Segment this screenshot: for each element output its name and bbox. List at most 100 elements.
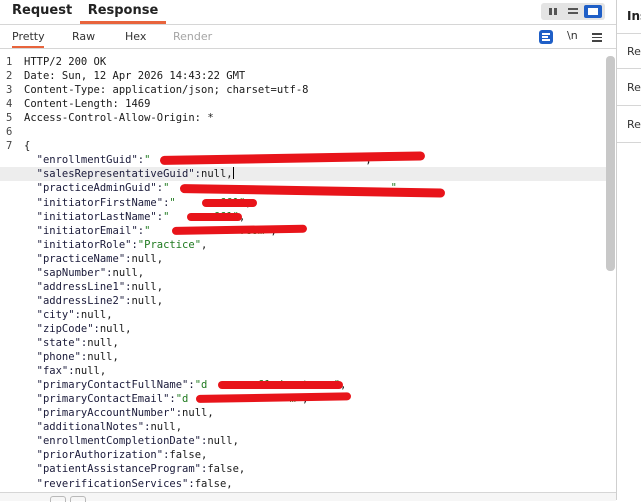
code-line: "patientAssistanceProgram":false, <box>0 462 606 476</box>
json-key: "patientAssistanceProgram": <box>24 463 208 476</box>
line-number: 3 <box>6 84 13 97</box>
code-line: 4 Content-Length: 1469 <box>0 97 606 111</box>
json-token: null, <box>131 280 164 293</box>
json-key: "primaryAccountNumber": <box>24 407 183 420</box>
tab-response[interactable]: Response <box>80 0 166 24</box>
code-line: "salesRepresentativeGuid":null, <box>0 167 606 182</box>
divider <box>617 105 641 106</box>
code-text: "enrollmentCompletionDate":null, <box>24 434 239 448</box>
json-token: false, <box>169 449 208 462</box>
json-token: null, <box>182 407 214 420</box>
redaction-mark <box>187 212 242 221</box>
json-token: null, <box>87 337 119 349</box>
json-key: "initiatorRole": <box>24 238 138 251</box>
json-key: "initiatorFirstName": <box>24 196 170 209</box>
redaction-mark <box>218 381 343 390</box>
tab-raw[interactable]: Raw <box>72 28 95 46</box>
code-text: "fax":null, <box>24 364 107 378</box>
nav-back-icon[interactable] <box>70 496 86 502</box>
word-wrap-icon[interactable] <box>539 30 553 44</box>
code-line: "fax":null, <box>0 364 606 378</box>
code-text: { <box>24 139 30 153</box>
code-line: "phone":null, <box>0 350 606 364</box>
line-number: 5 <box>6 112 13 125</box>
json-key: "phone": <box>24 351 88 364</box>
code-text: "initiatorRole":"Practice", <box>24 238 208 252</box>
code-text: "zipCode":null, <box>24 322 132 336</box>
json-key: "practiceName": <box>24 252 132 265</box>
code-line: 7{ <box>0 139 606 153</box>
code-text: Content-Type: application/json; charset=… <box>24 83 308 97</box>
line-number: 2 <box>6 70 13 83</box>
json-key: "salesRepresentativeGuid": <box>24 168 202 181</box>
code-text: Content-Length: 1469 <box>24 97 150 111</box>
json-token: Access-Control-Allow-Origin: * <box>24 112 214 125</box>
code-line: 6 <box>0 125 606 139</box>
tab-request[interactable]: Request <box>12 0 72 24</box>
inspector-section[interactable]: Re <box>627 118 641 131</box>
code-text: "patientAssistanceProgram":false, <box>24 462 246 476</box>
json-token: , <box>201 238 208 251</box>
code-line: "city":null, <box>0 308 606 322</box>
show-newlines-button[interactable]: \n <box>567 29 578 42</box>
json-token: false, <box>207 463 246 476</box>
message-tabs: Request Response <box>0 0 616 25</box>
code-line: "priorAuthorization":false, <box>0 448 606 462</box>
json-token: null, <box>150 421 183 434</box>
response-editor[interactable]: 1 HTTP/2 200 OK 2 Date: Sun, 12 Apr 2026 14… <box>0 52 616 500</box>
json-token: HTTP/2 200 OK <box>24 56 107 68</box>
tab-pretty[interactable]: Pretty <box>12 28 45 48</box>
code-text: "salesRepresentativeGuid":null, <box>24 167 234 181</box>
json-key: "sapNumber": <box>24 266 113 279</box>
divider <box>617 33 641 34</box>
menu-icon[interactable] <box>592 33 602 44</box>
code-text: Access-Control-Allow-Origin: * <box>24 111 214 125</box>
divider <box>617 68 641 69</box>
inspector-title[interactable]: Ins <box>627 9 641 23</box>
tab-render[interactable]: Render <box>173 28 212 46</box>
code-text: "sapNumber":null, <box>24 266 144 280</box>
split-horizontal-icon[interactable] <box>564 5 582 18</box>
code-text: "addressLine1":null, <box>24 280 163 294</box>
json-key: "primaryContactEmail": <box>24 393 176 406</box>
json-string: "Practice" <box>137 238 202 251</box>
inspector-section[interactable]: Re <box>627 45 641 58</box>
json-key: "city": <box>24 308 81 321</box>
code-line: "primaryAccountNumber":null, <box>0 406 606 420</box>
inspector-section[interactable]: Re <box>627 81 641 94</box>
vertical-scrollbar[interactable] <box>606 56 615 271</box>
code-line: "initiatorFirstName":" w661", <box>0 196 606 210</box>
json-key: "zipCode": <box>24 322 100 335</box>
settings-icon[interactable] <box>50 496 66 502</box>
code-line: 3 Content-Type: application/json; charset… <box>0 83 606 97</box>
json-token: false, <box>194 477 233 490</box>
code-text: "practiceName":null, <box>24 252 163 266</box>
json-key: "initiatorEmail": <box>24 224 145 237</box>
json-token: null, <box>201 168 233 181</box>
split-vertical-icon[interactable] <box>544 5 562 18</box>
json-token: null, <box>74 365 107 378</box>
code-line: 5 Access-Control-Allow-Origin: * <box>0 111 606 125</box>
redaction-mark <box>202 198 257 207</box>
line-number: 1 <box>6 56 13 68</box>
json-key: "addressLine2": <box>24 294 132 307</box>
json-key: "priorAuthorization": <box>24 449 170 462</box>
code-line: "enrollmentCompletionDate":null, <box>0 434 606 448</box>
json-key: "enrollmentCompletionDate": <box>24 435 208 448</box>
json-token: Content-Type: application/json; charset=… <box>24 84 309 97</box>
json-token: null, <box>131 294 164 307</box>
code-line: "state":null, <box>0 336 606 350</box>
json-key: "fax": <box>24 365 75 378</box>
code-line: 1 HTTP/2 200 OK <box>0 55 606 69</box>
json-key: "initiatorLastName": <box>24 210 164 223</box>
code-line: "reverificationServices":false, <box>0 477 606 491</box>
json-token: null, <box>87 351 119 364</box>
json-key: "primaryContactFullName": <box>24 379 195 392</box>
view-mode-tabs: Pretty Raw Hex Render <box>0 28 616 49</box>
code-line: "addressLine1":null, <box>0 280 606 294</box>
inspector-panel: Ins Re Re Re <box>616 0 641 500</box>
single-pane-icon[interactable] <box>584 5 602 18</box>
tab-hex[interactable]: Hex <box>125 28 146 46</box>
layout-toggle-group <box>541 3 605 20</box>
code-line: "zipCode":null, <box>0 322 606 336</box>
